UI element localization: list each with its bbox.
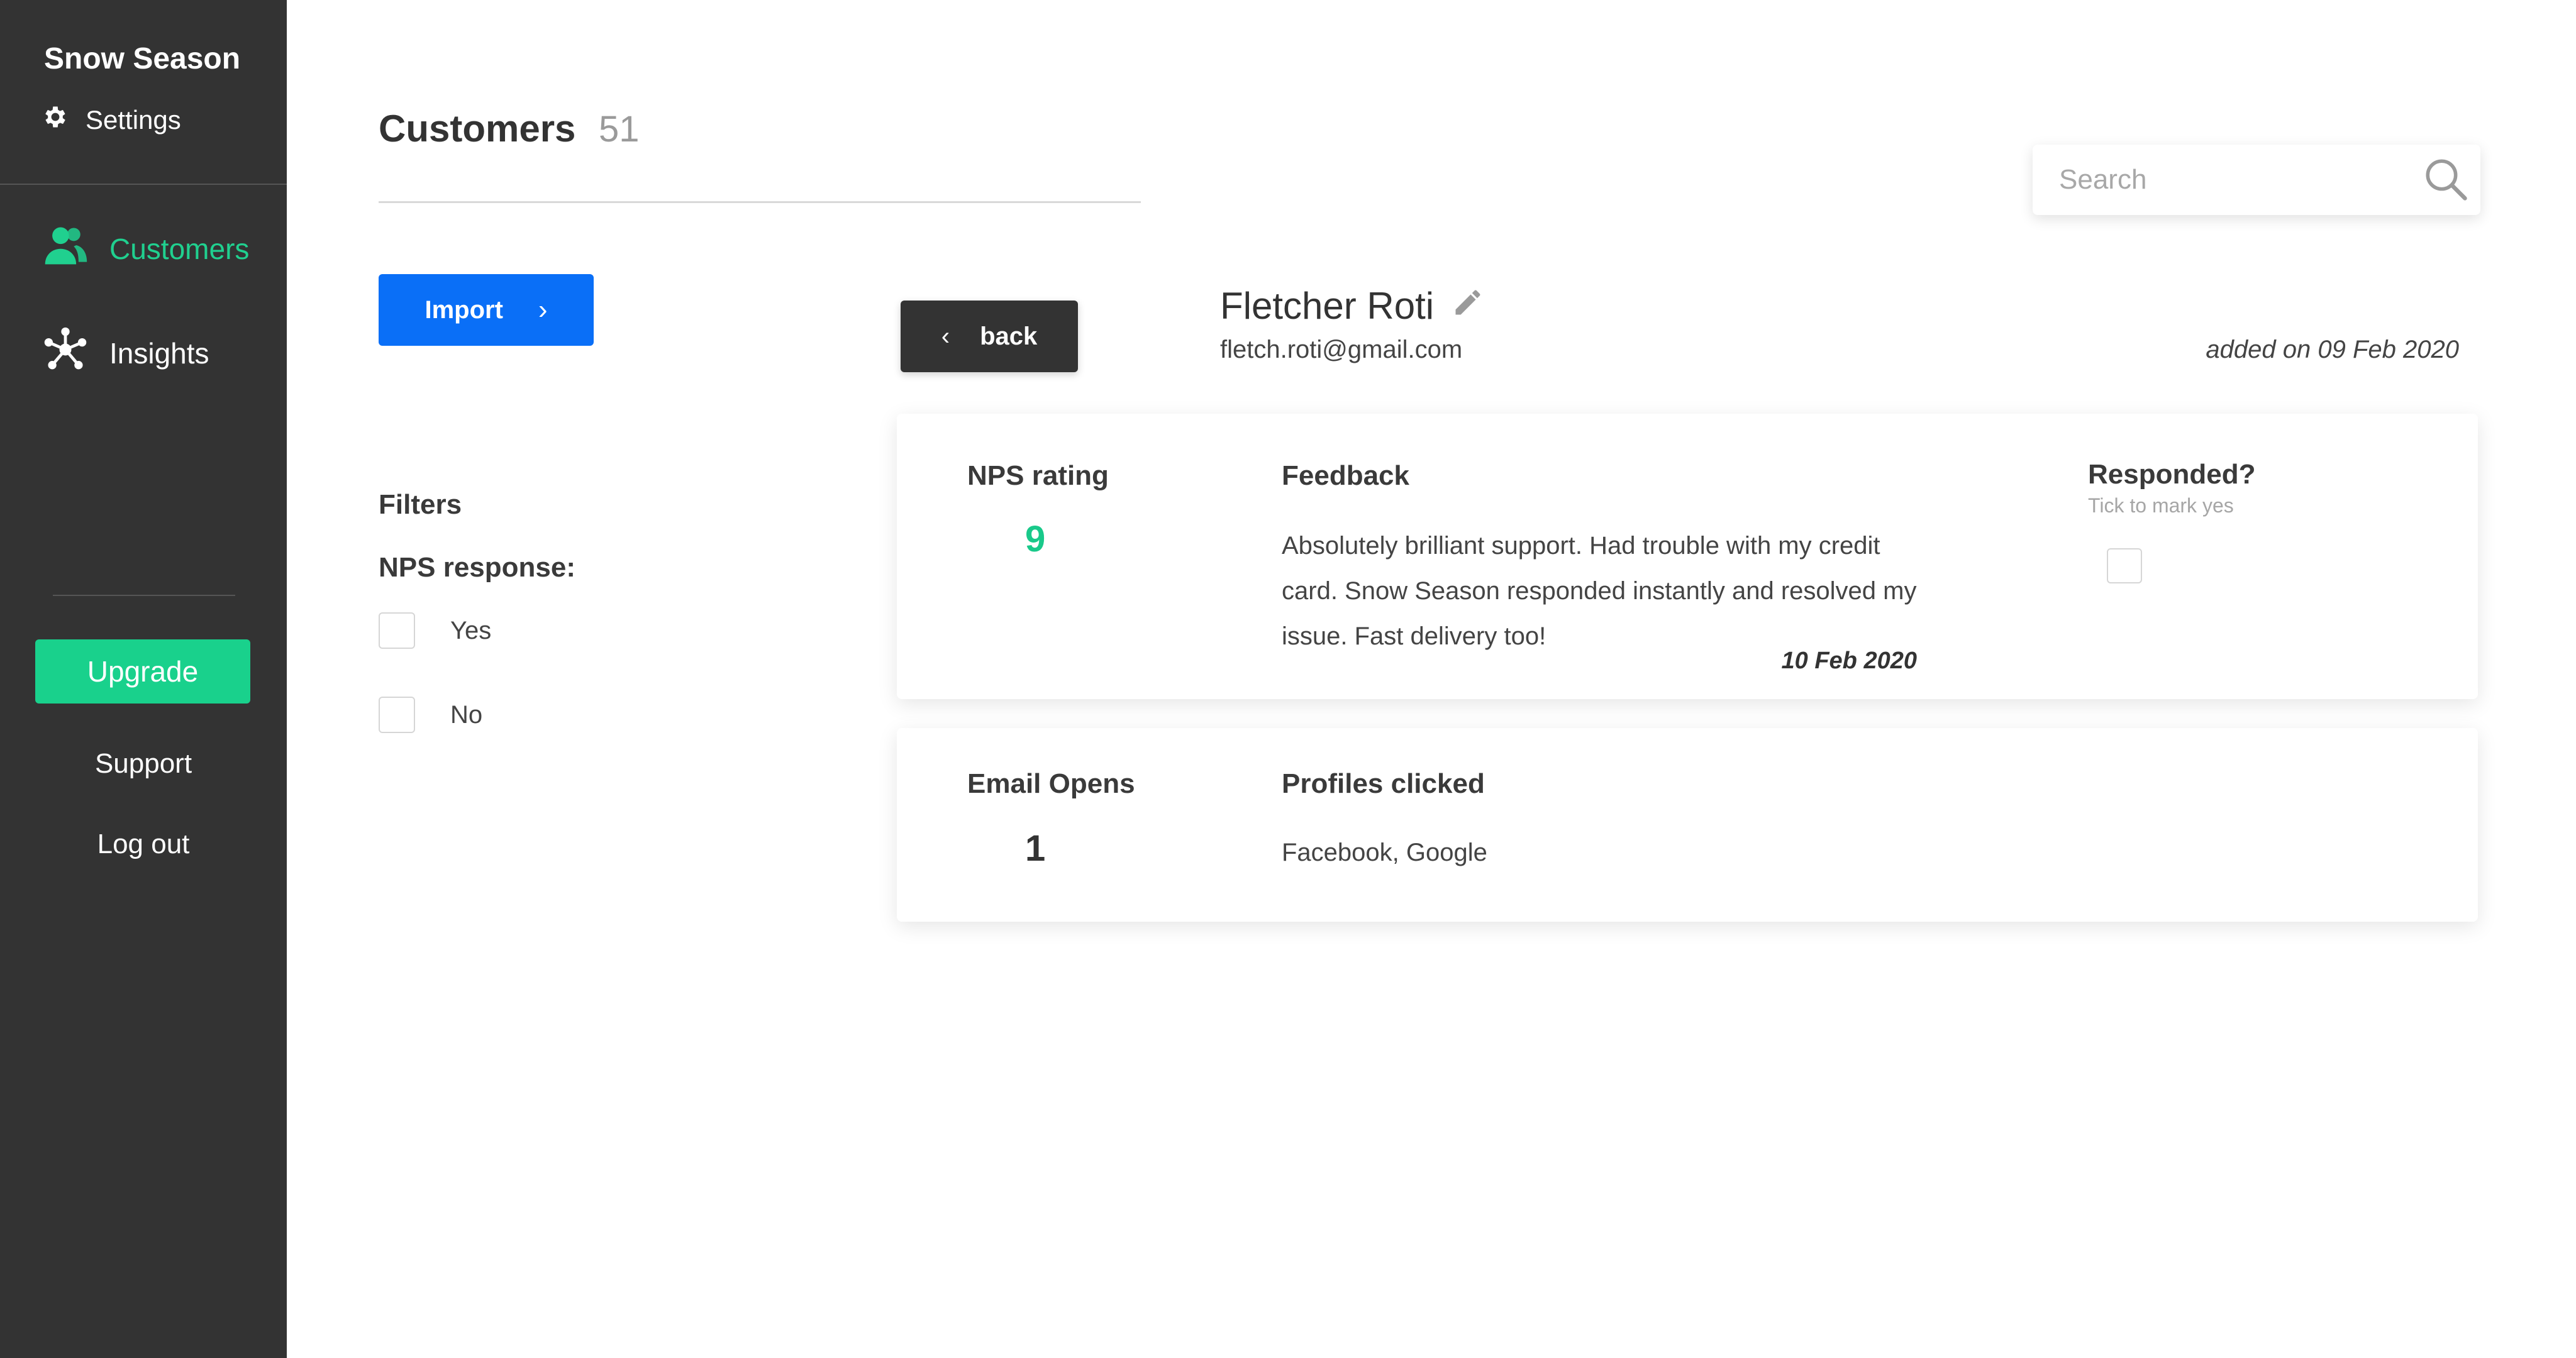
title-underline: [379, 201, 1141, 203]
filter-option-label: Yes: [450, 616, 492, 644]
search-input[interactable]: [2058, 163, 2422, 196]
sidebar: Snow Season Settings Customers Insights …: [0, 0, 287, 1358]
page-title: Customers: [379, 108, 576, 150]
responded-checkbox[interactable]: [2107, 548, 2142, 583]
feedback-label: Feedback: [1282, 460, 1409, 491]
settings-label: Settings: [86, 105, 181, 135]
users-icon: [42, 221, 109, 276]
feedback-card: NPS rating 9 Feedback Absolutely brillia…: [897, 414, 2478, 699]
filter-option-no[interactable]: No: [379, 697, 482, 733]
back-button[interactable]: ‹ back: [901, 301, 1078, 372]
filter-yes-checkbox[interactable]: [379, 612, 415, 649]
gear-icon: [42, 103, 86, 137]
filter-no-checkbox[interactable]: [379, 697, 415, 733]
import-label: Import: [425, 295, 503, 324]
settings-link[interactable]: Settings: [42, 103, 181, 137]
upgrade-button[interactable]: Upgrade: [35, 639, 250, 704]
chevron-left-icon: ‹: [941, 322, 950, 350]
support-link[interactable]: Support: [0, 748, 287, 780]
back-label: back: [980, 322, 1038, 350]
feedback-text: Absolutely brilliant support. Had troubl…: [1282, 532, 1917, 650]
customer-count: 51: [599, 109, 640, 150]
nps-rating-label: NPS rating: [967, 460, 1109, 491]
chevron-right-icon: ›: [538, 294, 548, 325]
search-box[interactable]: [2033, 145, 2480, 215]
pencil-icon[interactable]: [1434, 284, 1484, 328]
profiles-clicked-label: Profiles clicked: [1282, 768, 1485, 799]
sidebar-divider: [53, 595, 235, 596]
sidebar-item-label: Customers: [109, 232, 250, 265]
filter-option-label: No: [450, 700, 483, 729]
sidebar-item-insights[interactable]: Insights: [42, 326, 209, 380]
responded-label: Responded?: [2088, 459, 2256, 490]
email-opens-value: 1: [1025, 828, 1046, 869]
email-card: Email Opens 1 Profiles clicked Facebook,…: [897, 728, 2478, 922]
nps-rating-value: 9: [1025, 519, 1046, 560]
customer-name: Fletcher Roti: [1220, 284, 1484, 328]
customer-name-text: Fletcher Roti: [1220, 285, 1435, 327]
sidebar-item-label: Insights: [109, 336, 209, 370]
profiles-clicked-value: Facebook, Google: [1282, 839, 1487, 866]
responded-hint: Tick to mark yes: [2088, 494, 2234, 517]
sidebar-item-customers[interactable]: Customers: [42, 221, 249, 276]
email-opens-label: Email Opens: [967, 768, 1135, 799]
filter-option-yes[interactable]: Yes: [379, 612, 491, 649]
feedback-date: 10 Feb 2020: [1781, 648, 1917, 674]
sidebar-divider: [0, 184, 287, 185]
import-button[interactable]: Import ›: [379, 274, 594, 346]
filter-group-label: NPS response:: [379, 552, 575, 583]
customer-email: fletch.roti@gmail.com: [1220, 336, 1463, 363]
brand-name: Snow Season: [44, 42, 241, 75]
network-icon: [42, 326, 109, 380]
logout-link[interactable]: Log out: [0, 829, 287, 860]
search-icon[interactable]: [2422, 155, 2468, 205]
filters-title: Filters: [379, 489, 462, 520]
added-date: added on 09 Feb 2020: [2206, 336, 2459, 363]
